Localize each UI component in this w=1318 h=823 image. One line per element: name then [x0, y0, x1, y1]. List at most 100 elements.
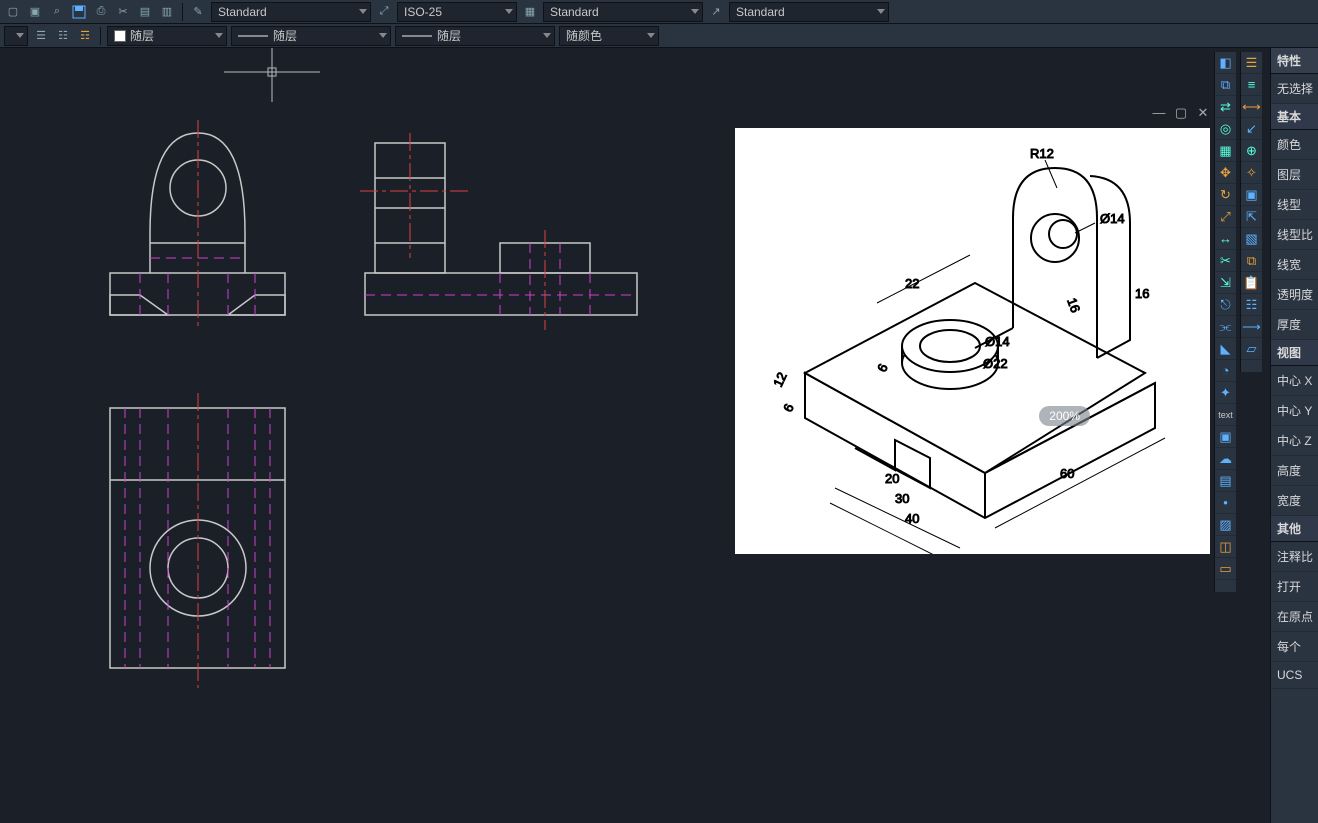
- layer-iso-icon[interactable]: ☶: [76, 27, 94, 45]
- paste-icon[interactable]: 📋: [1241, 272, 1262, 294]
- move-icon[interactable]: ✥: [1215, 162, 1236, 184]
- prop-center-y[interactable]: 中心 Y: [1271, 396, 1318, 426]
- open-file-icon[interactable]: ▣: [26, 3, 44, 21]
- dim-icon[interactable]: ⤢: [375, 3, 393, 21]
- lineweight-dropdown[interactable]: 随层: [395, 26, 555, 46]
- text-style-value: Standard: [218, 5, 267, 19]
- plotstyle-dropdown[interactable]: 随颜色: [559, 26, 659, 46]
- dimension-icon[interactable]: ⟷: [1241, 96, 1262, 118]
- text-icon[interactable]: text: [1215, 404, 1236, 426]
- mleader-icon[interactable]: ↗: [707, 3, 725, 21]
- hatch-icon[interactable]: ▨: [1215, 514, 1236, 536]
- join-icon[interactable]: ⫘: [1215, 316, 1236, 338]
- break-icon[interactable]: ⎋: [1215, 294, 1236, 316]
- area-icon[interactable]: ▱: [1241, 338, 1262, 360]
- prop-lineweight[interactable]: 线宽: [1271, 250, 1318, 280]
- spark-icon[interactable]: ✧: [1241, 162, 1262, 184]
- drawing-canvas[interactable]: — ▢ ✕: [0, 48, 1208, 823]
- properties-title: 特性: [1271, 48, 1318, 74]
- prop-transparency[interactable]: 透明度: [1271, 280, 1318, 310]
- prop-width[interactable]: 宽度: [1271, 486, 1318, 516]
- plot-icon[interactable]: ▤: [136, 3, 154, 21]
- prop-center-z[interactable]: 中心 Z: [1271, 426, 1318, 456]
- tool-palette-b: ☰ ≡ ⟷ ↙ ⊕ ✧ ▣ ⇱ ▧ ⧉ 📋 ☷ ⟶ ▱: [1240, 52, 1262, 372]
- prop-layer[interactable]: 图层: [1271, 160, 1318, 190]
- xref-icon[interactable]: ⇱: [1241, 206, 1262, 228]
- toolbar-row-2: ☰ ☷ ☶ 随层 随层 随层 随颜色: [0, 24, 1318, 48]
- zoom-indicator: 200%: [1039, 406, 1090, 426]
- list-icon[interactable]: ☷: [1241, 294, 1262, 316]
- image-icon[interactable]: ▧: [1241, 228, 1262, 250]
- explode-icon[interactable]: ✦: [1215, 382, 1236, 404]
- toolbar-row-1: ▢ ▣ ⌕ ⎙ ✂ ▤ ▥ ✎ Standard ⤢ ISO-25 ▦ Stan…: [0, 0, 1318, 24]
- trim-icon[interactable]: ✂: [1215, 250, 1236, 272]
- cut-icon[interactable]: ✂: [114, 3, 132, 21]
- fillet-icon[interactable]: ◔: [1215, 360, 1236, 382]
- leader-icon[interactable]: ↙: [1241, 118, 1262, 140]
- linetype-value: 随层: [273, 27, 297, 44]
- reference-image-panel[interactable]: — ▢ ✕: [735, 128, 1210, 554]
- prop-anno[interactable]: 注释比: [1271, 542, 1318, 572]
- print-icon[interactable]: ⎙: [92, 3, 110, 21]
- block-icon[interactable]: ▣: [1215, 426, 1236, 448]
- prop-open[interactable]: 打开: [1271, 572, 1318, 602]
- centerline-icon[interactable]: ⊕: [1241, 140, 1262, 162]
- layer-tool-icon[interactable]: ☰: [1241, 52, 1262, 74]
- prop-thickness[interactable]: 厚度: [1271, 310, 1318, 340]
- wipeout-icon[interactable]: ▭: [1215, 558, 1236, 580]
- dim-16b: 16: [1064, 296, 1083, 315]
- maximize-icon[interactable]: ▢: [1174, 107, 1188, 121]
- table-icon[interactable]: ▦: [521, 3, 539, 21]
- brush-icon[interactable]: ✎: [189, 3, 207, 21]
- prop-center-x[interactable]: 中心 X: [1271, 366, 1318, 396]
- new-file-icon[interactable]: ▢: [4, 3, 22, 21]
- offset-icon[interactable]: ◎: [1215, 118, 1236, 140]
- layer-color-dropdown[interactable]: 随层: [107, 26, 227, 46]
- prop-height[interactable]: 高度: [1271, 456, 1318, 486]
- prop-copy-icon[interactable]: ⧉: [1241, 250, 1262, 272]
- linetype-dropdown[interactable]: 随层: [231, 26, 391, 46]
- prop-each[interactable]: 每个: [1271, 632, 1318, 662]
- layer-props-icon[interactable]: ☰: [32, 27, 50, 45]
- group-icon[interactable]: ▣: [1241, 184, 1262, 206]
- array-icon[interactable]: ▦: [1215, 140, 1236, 162]
- region-icon[interactable]: ◫: [1215, 536, 1236, 558]
- rotate-icon[interactable]: ↻: [1215, 184, 1236, 206]
- point-icon[interactable]: •: [1215, 492, 1236, 514]
- close-icon[interactable]: ✕: [1196, 107, 1210, 121]
- section-view: 视图: [1271, 340, 1318, 366]
- dim-style-value: ISO-25: [404, 5, 442, 19]
- prop-ucs[interactable]: UCS: [1271, 662, 1318, 689]
- revcloud-icon[interactable]: ☁: [1215, 448, 1236, 470]
- prop-color[interactable]: 颜色: [1271, 130, 1318, 160]
- dim-d22: Ø22: [983, 356, 1008, 371]
- layout-icon[interactable]: ▥: [158, 3, 176, 21]
- chamfer-icon[interactable]: ◣: [1215, 338, 1236, 360]
- mleader-style-value: Standard: [736, 5, 785, 19]
- layer-states-icon[interactable]: ☷: [54, 27, 72, 45]
- mleader-style-dropdown[interactable]: Standard: [729, 2, 889, 22]
- prop-linetype-scale[interactable]: 线型比: [1271, 220, 1318, 250]
- eraser-icon[interactable]: ◧: [1215, 52, 1236, 74]
- prop-linetype[interactable]: 线型: [1271, 190, 1318, 220]
- scale-icon[interactable]: ⤢: [1215, 206, 1236, 228]
- copy-icon[interactable]: ⧉: [1215, 74, 1236, 96]
- layer-color-value: 随层: [130, 27, 154, 44]
- minimize-icon[interactable]: —: [1152, 107, 1166, 121]
- dim-style-dropdown[interactable]: ISO-25: [397, 2, 517, 22]
- history-dropdown[interactable]: [4, 26, 28, 46]
- zoom-icon[interactable]: ⌕: [48, 3, 66, 21]
- table-tool-icon[interactable]: ▤: [1215, 470, 1236, 492]
- measure-icon[interactable]: ≡: [1241, 74, 1262, 96]
- extend-icon[interactable]: ⇲: [1215, 272, 1236, 294]
- text-style-dropdown[interactable]: Standard: [211, 2, 371, 22]
- table-style-value: Standard: [550, 5, 599, 19]
- dist-icon[interactable]: ⟶: [1241, 316, 1262, 338]
- stretch-icon[interactable]: ↔: [1215, 228, 1236, 250]
- mirror-icon[interactable]: ⇄: [1215, 96, 1236, 118]
- selection-row[interactable]: 无选择: [1271, 74, 1318, 104]
- prop-origin[interactable]: 在原点: [1271, 602, 1318, 632]
- save-icon[interactable]: [70, 3, 88, 21]
- tool-palette-a: ◧ ⧉ ⇄ ◎ ▦ ✥ ↻ ⤢ ↔ ✂ ⇲ ⎋ ⫘ ◣ ◔ ✦ text ▣ ☁…: [1214, 52, 1236, 592]
- table-style-dropdown[interactable]: Standard: [543, 2, 703, 22]
